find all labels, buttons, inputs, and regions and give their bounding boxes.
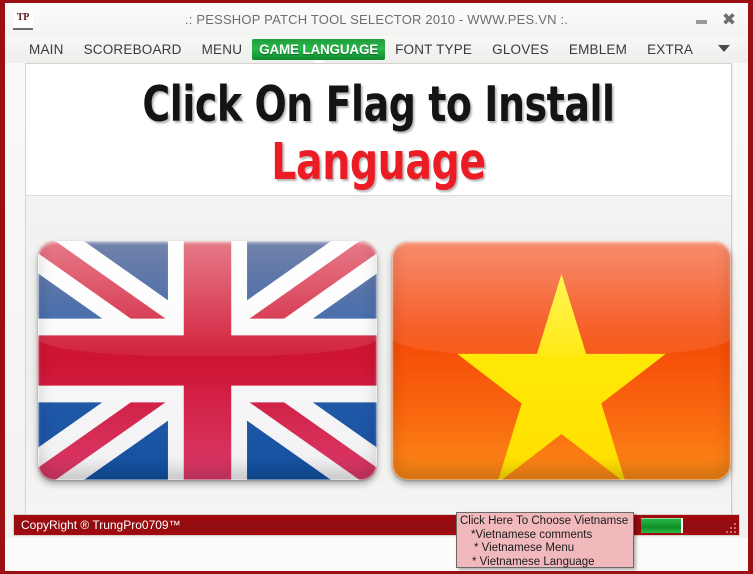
minimize-button[interactable] [692,11,710,29]
tab-menu[interactable]: MENU [192,40,253,60]
tab-gloves[interactable]: GLOVES [482,40,559,60]
title-bar[interactable]: TP .: PESSHOP PATCH TOOL SELECTOR 2010 -… [5,3,748,36]
tooltip: Click Here To Choose Vietnamse *Vietname… [456,512,634,568]
vietnam-flag-icon [392,241,731,480]
tab-font-type[interactable]: FONT TYPE [385,40,482,60]
tab-emblem[interactable]: EMBLEM [559,40,637,60]
close-button[interactable]: ✖ [720,11,738,29]
tab-list: MAIN SCOREBOARD MENU GAME LANGUAGE FONT … [19,36,703,66]
application-window: TP .: PESSHOP PATCH TOOL SELECTOR 2010 -… [0,0,753,574]
instruction-line-1: Click On Flag to Install [142,76,615,133]
instruction-panel: Click On Flag to Install Language [26,64,731,196]
tab-scoreboard[interactable]: SCOREBOARD [74,40,192,60]
vietnam-flag-button[interactable] [392,241,731,480]
window-inner: TP .: PESSHOP PATCH TOOL SELECTOR 2010 -… [5,3,748,571]
tab-bar: MAIN SCOREBOARD MENU GAME LANGUAGE FONT … [5,36,748,66]
progress-bar-fill [641,518,683,533]
resize-grip-icon[interactable] [724,521,736,533]
content-panel: Click On Flag to Install Language [25,63,732,516]
tooltip-line-2: *Vietnamese comments [471,528,593,541]
tooltip-line-1: Click Here To Choose Vietnamse [460,515,629,527]
window-footer [5,538,748,571]
tab-main[interactable]: MAIN [19,40,74,60]
progress-bar [641,518,737,533]
tab-extra[interactable]: EXTRA [637,40,703,60]
uk-flag-icon [38,241,377,480]
window-title: .: PESSHOP PATCH TOOL SELECTOR 2010 - WW… [184,12,569,27]
minimize-icon [695,20,707,24]
flag-panel [26,196,731,515]
tooltip-line-3: * Vietnamese Menu [474,542,575,554]
close-icon: ✖ [721,10,737,30]
chevron-down-icon[interactable] [718,45,730,52]
tooltip-line-4: * Vietnamese Language [472,555,595,568]
tab-game-language[interactable]: GAME LANGUAGE [252,39,386,66]
copyright-label: CopyRight ® TrungPro0709™ [21,518,181,532]
instruction-line-2: Language [271,133,486,192]
uk-flag-button[interactable] [38,241,377,480]
